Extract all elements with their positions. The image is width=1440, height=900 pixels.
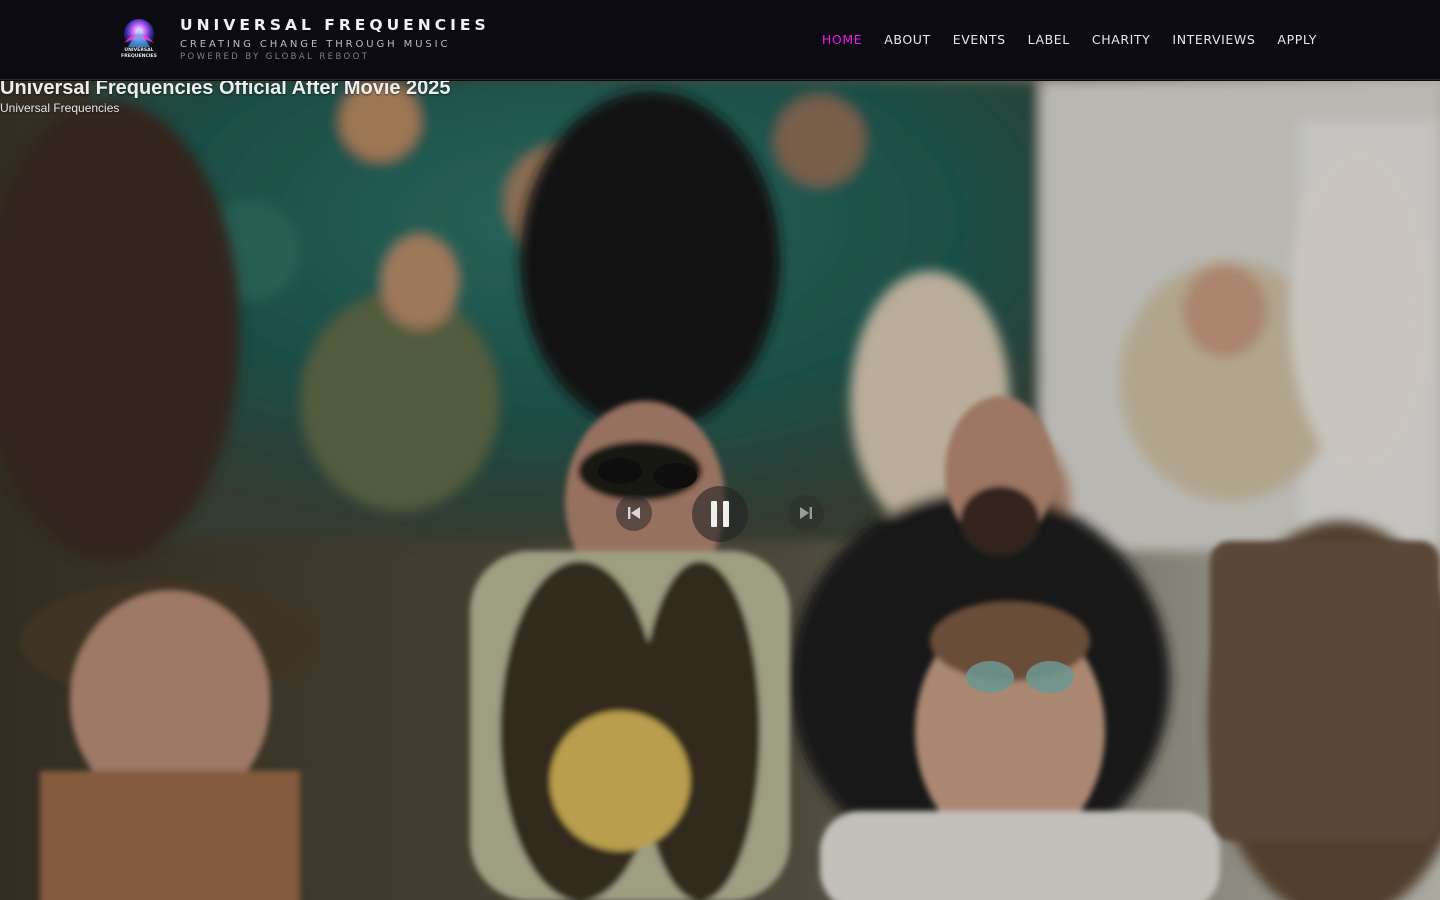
nav-label[interactable]: LABEL: [1028, 30, 1070, 50]
brand[interactable]: UNIVERSAL FREQUENCIES UNIVERSAL FREQUENC…: [116, 16, 486, 66]
video-title[interactable]: Universal Frequencies Official After Mov…: [0, 81, 451, 99]
nav-interviews[interactable]: INTERVIEWS: [1172, 30, 1255, 50]
site-title[interactable]: UNIVERSAL FREQUENCIES: [180, 16, 490, 34]
nav-about[interactable]: ABOUT: [884, 30, 931, 50]
nav-home[interactable]: HOME: [822, 30, 862, 50]
main-nav: HOME ABOUT EVENTS LABEL CHARITY INTERVIE…: [822, 30, 1317, 50]
video-channel-name[interactable]: Universal Frequencies: [0, 100, 119, 116]
hero-video[interactable]: Universal Frequencies Official After Mov…: [0, 81, 1440, 900]
brand-text: UNIVERSAL FREQUENCIES CREATING CHANGE TH…: [180, 16, 490, 66]
site-header: UNIVERSAL FREQUENCIES UNIVERSAL FREQUENC…: [0, 0, 1440, 80]
previous-video-button[interactable]: [616, 495, 652, 531]
skip-previous-icon: [628, 507, 640, 519]
pause-icon: [711, 501, 729, 527]
site-tagline: CREATING CHANGE THROUGH MUSIC: [180, 39, 451, 50]
next-video-button[interactable]: [788, 495, 824, 531]
skip-next-icon: [800, 507, 812, 519]
logo-text: UNIVERSAL FREQUENCIES: [121, 48, 157, 59]
powered-by-text: POWERED BY GLOBAL REBOOT: [180, 52, 370, 62]
nav-events[interactable]: EVENTS: [953, 30, 1006, 50]
logo[interactable]: UNIVERSAL FREQUENCIES: [116, 17, 162, 63]
nav-charity[interactable]: CHARITY: [1092, 30, 1151, 50]
pause-button[interactable]: [692, 486, 748, 542]
nav-apply[interactable]: APPLY: [1277, 30, 1317, 50]
